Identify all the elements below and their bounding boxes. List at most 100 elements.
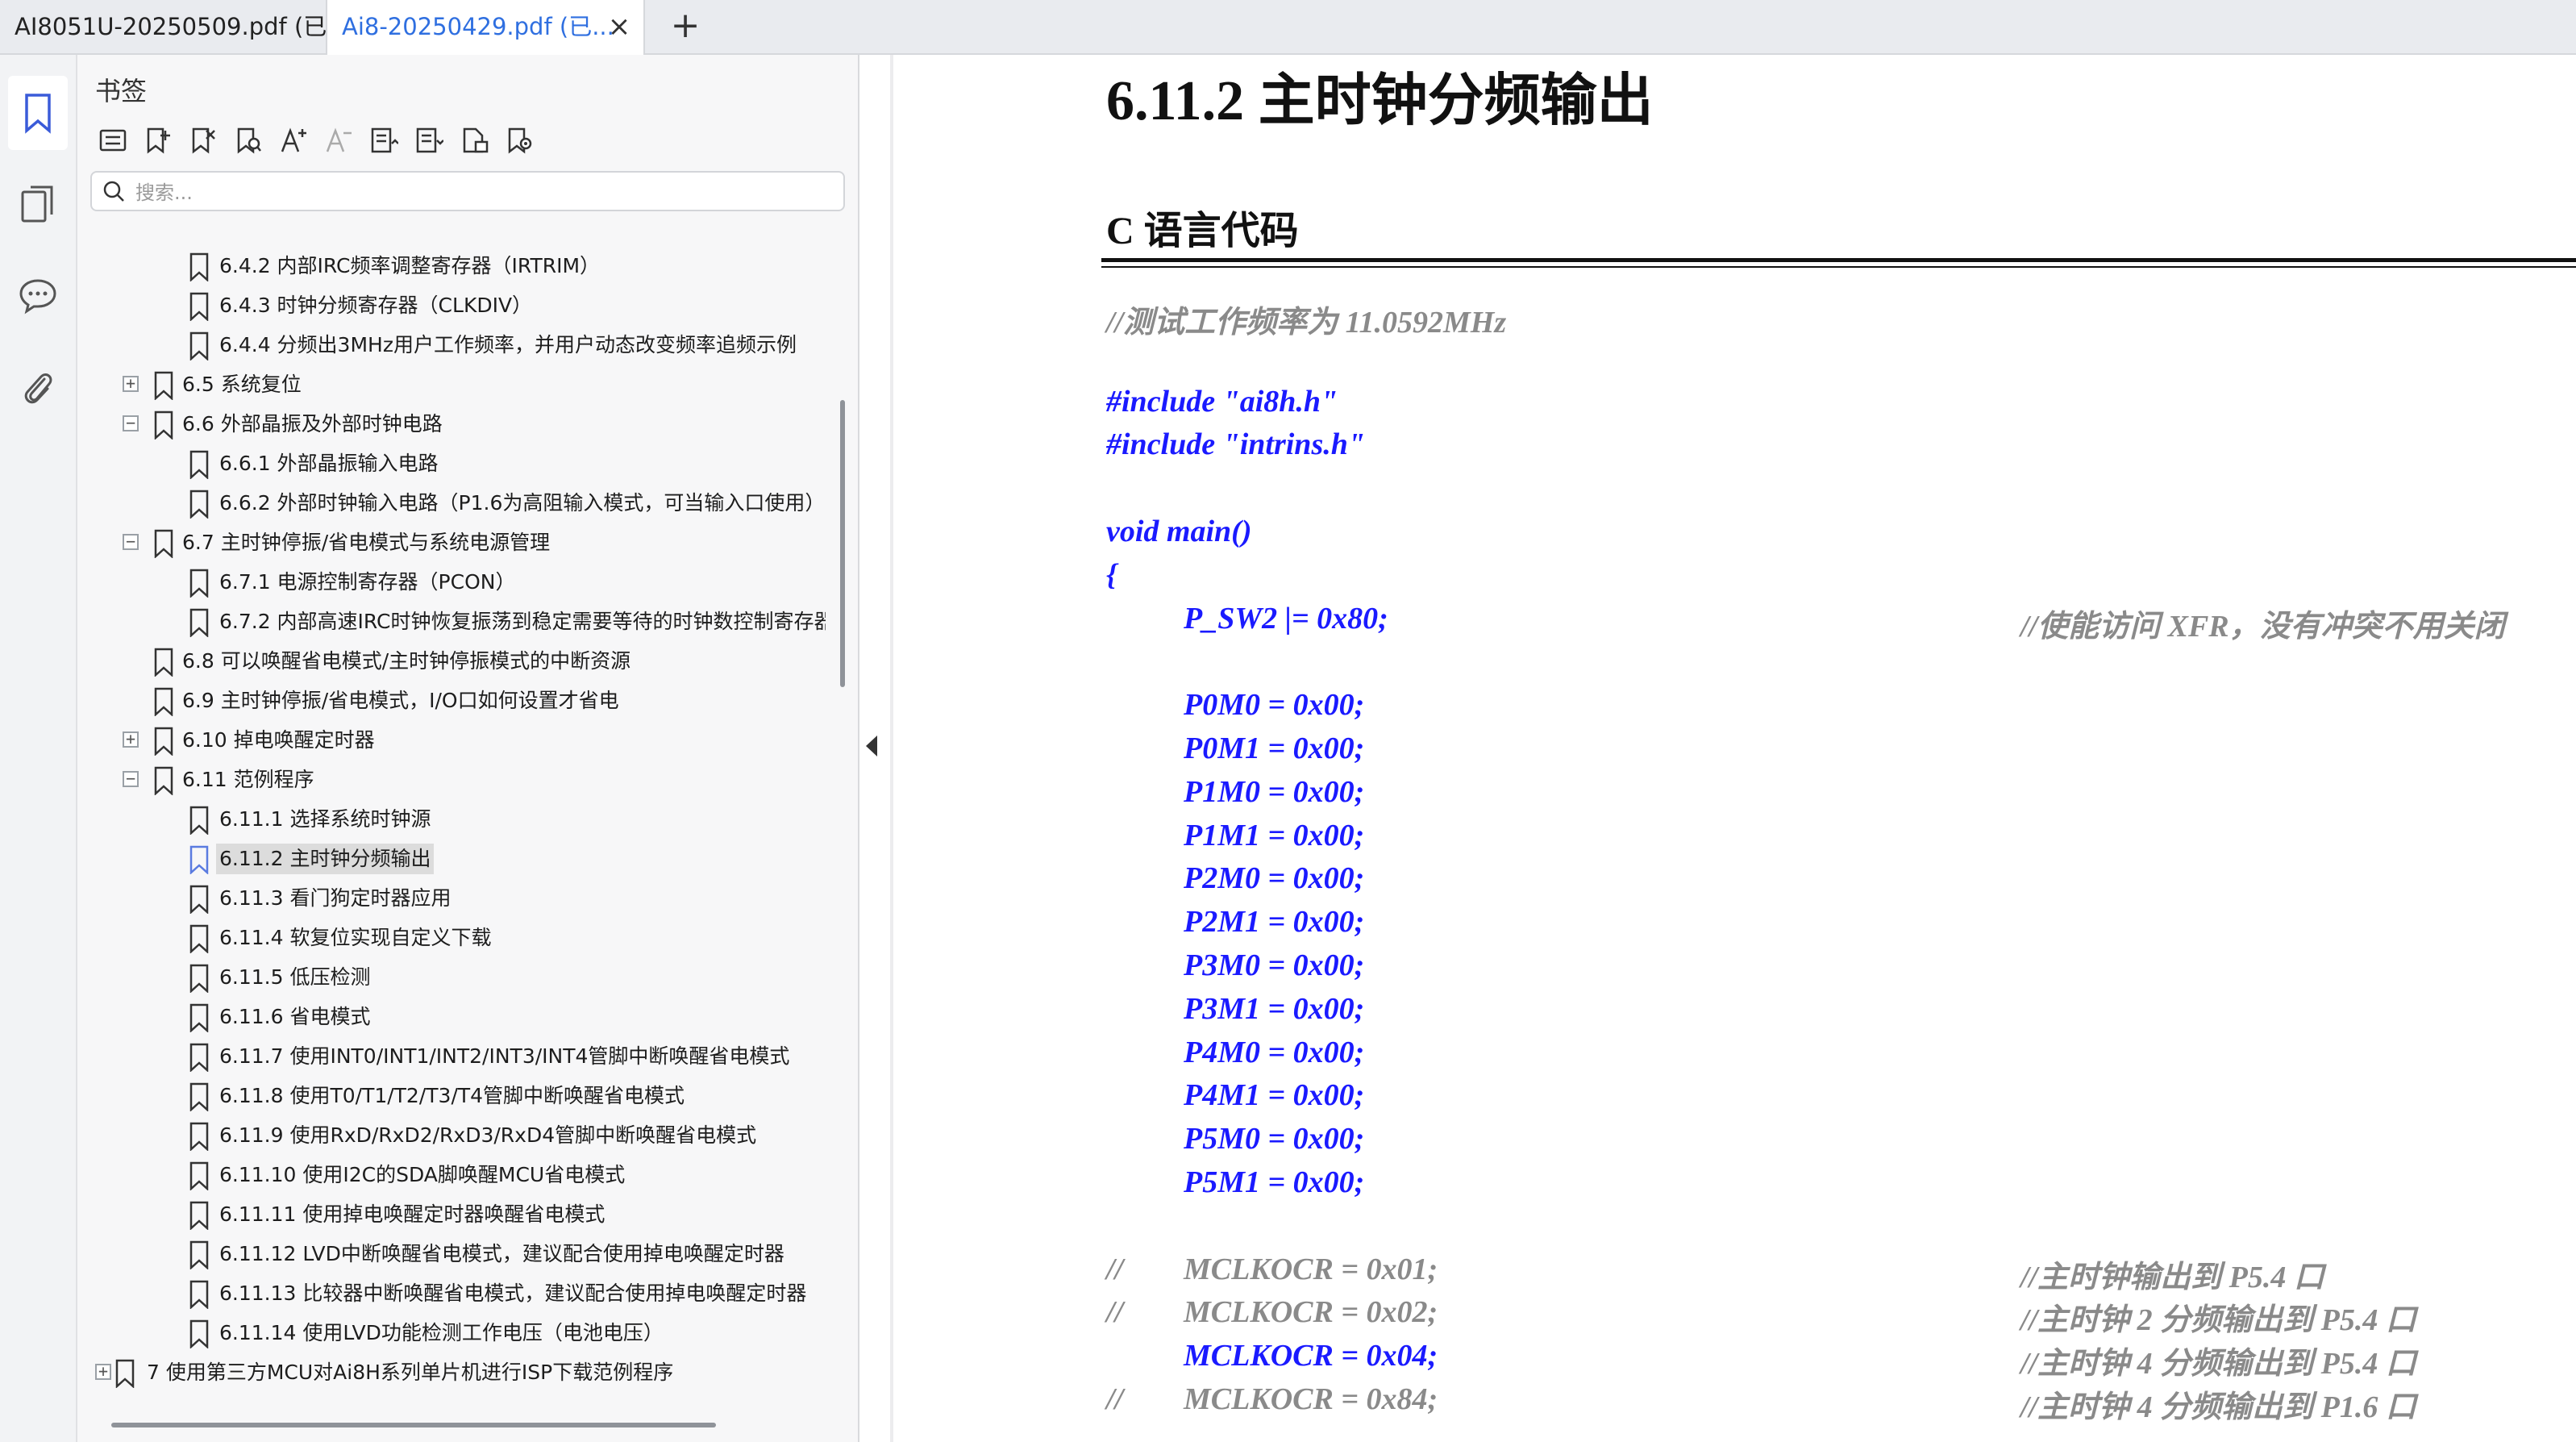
- expand-icon[interactable]: +: [123, 731, 139, 748]
- bookmark-item[interactable]: 6.11.14 使用LVD功能检测工作电压（电池电压）: [77, 1315, 826, 1352]
- bookmark-item[interactable]: 6.8 可以唤醒省电模式/主时钟停振模式的中断资源: [77, 644, 826, 681]
- code-line: P0M0 = 0x00;: [1184, 688, 1365, 723]
- bookmark-settings-icon[interactable]: [500, 121, 539, 160]
- code-line: #include "ai8h.h": [1106, 384, 1338, 419]
- collapse-all-icon[interactable]: [410, 121, 448, 160]
- bookmark-item-icon: [189, 1043, 209, 1072]
- pages-icon[interactable]: [8, 168, 68, 242]
- code-line: MCLKOCR = 0x04;: [1184, 1339, 1438, 1373]
- bookmark-item-label: 6.11.5 低压检测: [219, 965, 371, 989]
- bookmark-item[interactable]: 6.6.2 外部时钟输入电路（P1.6为高阻输入模式，可当输入口使用）: [77, 486, 826, 523]
- bookmark-item[interactable]: − 6.11 范例程序: [77, 762, 826, 799]
- code-comment: //使能访问 XFR，没有冲突不用关闭: [2020, 609, 2505, 644]
- bookmark-item-icon: [189, 1280, 209, 1309]
- collapse-icon[interactable]: −: [123, 770, 139, 787]
- code-line: //测试工作频率为 11.0592MHz: [1106, 306, 1507, 340]
- attachment-icon[interactable]: [8, 352, 68, 426]
- bookmark-item-label: 6.11.11 使用掉电唤醒定时器唤醒省电模式: [219, 1202, 606, 1226]
- bookmark-item-label: 6.11.7 使用INT0/INT1/INT2/INT3/INT4管脚中断唤醒省…: [219, 1044, 790, 1068]
- bookmark-item[interactable]: 6.11.8 使用T0/T1/T2/T3/T4管脚中断唤醒省电模式: [77, 1078, 826, 1115]
- panel-title: 书签: [95, 76, 148, 106]
- search-input[interactable]: [134, 177, 830, 208]
- bookmark-item[interactable]: 6.11.9 使用RxD/RxD2/RxD3/RxD4管脚中断唤醒省电模式: [77, 1118, 826, 1155]
- bookmark-item-label: 6.11.1 选择系统时钟源: [219, 807, 431, 831]
- bookmark-item-icon: [115, 1359, 135, 1388]
- collapse-icon[interactable]: −: [123, 415, 139, 431]
- code-comment: //主时钟 2 分频输出到 P5.4 口: [2020, 1303, 2416, 1338]
- bookmark-item-label: 6.11.12 LVD中断唤醒省电模式，建议配合使用掉电唤醒定时器: [219, 1242, 784, 1265]
- bookmark-item-label: 6.4.2 内部IRC频率调整寄存器（IRTRIM）: [219, 254, 601, 277]
- bookmark-item[interactable]: 6.11.5 低压检测: [77, 960, 826, 997]
- bookmark-item[interactable]: 6.7.2 内部高速IRC时钟恢复振荡到稳定需要等待的时钟数控制寄存器: [77, 604, 826, 641]
- bookmark-item[interactable]: +6.10 掉电唤醒定时器: [77, 723, 826, 760]
- decrease-font-icon[interactable]: [319, 121, 358, 160]
- find-bookmark-icon[interactable]: [229, 121, 268, 160]
- export-icon[interactable]: [455, 121, 493, 160]
- heading-rule: [1101, 258, 2576, 262]
- tab-ai8051u-pdf[interactable]: AI8051U-20250509.pdf (已...: [0, 0, 326, 53]
- bookmark-vertical-scrollbar[interactable]: [840, 400, 845, 687]
- bookmark-item-icon: [189, 845, 209, 874]
- bookmark-item[interactable]: 6.4.4 分频出3MHz用户工作频率，并用户动态改变频率追频示例: [77, 327, 826, 365]
- code-comment: //主时钟 4 分频输出到 P5.4 口: [2020, 1347, 2416, 1382]
- expand-icon[interactable]: +: [95, 1363, 111, 1380]
- bookmark-item-label: 6.11.2 主时钟分频输出: [216, 844, 435, 874]
- close-tab-icon[interactable]: ×: [605, 0, 634, 53]
- bookmark-item[interactable]: 6.11.4 软复位实现自定义下载: [77, 920, 826, 957]
- bookmark-item-label: 6.6.2 外部时钟输入电路（P1.6为高阻输入模式，可当输入口使用）: [219, 491, 826, 515]
- bookmark-item[interactable]: 6.11.2 主时钟分频输出: [77, 841, 826, 878]
- bookmark-item[interactable]: 6.11.10 使用I2C的SDA脚唤醒MCU省电模式: [77, 1157, 826, 1194]
- bookmark-item[interactable]: 6.4.3 时钟分频寄存器（CLKDIV）: [77, 288, 826, 325]
- bookmark-item-label: 6.11.3 看门狗定时器应用: [219, 886, 452, 910]
- bookmark-item-label: 6.11.10 使用I2C的SDA脚唤醒MCU省电模式: [219, 1163, 626, 1186]
- bookmark-item[interactable]: 6.11.7 使用INT0/INT1/INT2/INT3/INT4管脚中断唤醒省…: [77, 1039, 826, 1076]
- bookmark-item[interactable]: 6.11.3 看门狗定时器应用: [77, 881, 826, 918]
- bookmark-item-icon: [189, 569, 209, 598]
- bookmark-item[interactable]: 6.11.13 比较器中断唤醒省电模式，建议配合使用掉电唤醒定时器: [77, 1276, 826, 1313]
- bookmark-item-icon: [189, 450, 209, 479]
- bookmark-item-icon: [189, 924, 209, 953]
- increase-font-icon[interactable]: [274, 121, 313, 160]
- bookmark-item-label: 6.9 主时钟停振/省电模式，I/O口如何设置才省电: [182, 689, 619, 712]
- bookmark-item[interactable]: 6.11.11 使用掉电唤醒定时器唤醒省电模式: [77, 1197, 826, 1234]
- new-tab-button[interactable]: +: [668, 0, 703, 53]
- list-view-icon[interactable]: [94, 121, 132, 160]
- bookmark-item[interactable]: 6.4.2 内部IRC频率调整寄存器（IRTRIM）: [77, 248, 826, 285]
- collapse-icon[interactable]: −: [123, 533, 139, 550]
- comments-icon[interactable]: [8, 258, 68, 332]
- bookmark-item[interactable]: 6.9 主时钟停振/省电模式，I/O口如何设置才省电: [77, 683, 826, 720]
- bookmark-item-icon: [154, 727, 173, 756]
- bookmark-item-icon: [154, 411, 173, 440]
- code-line: P2M0 = 0x00;: [1184, 861, 1365, 896]
- bookmark-item[interactable]: 6.6.1 外部晶振输入电路: [77, 446, 826, 483]
- delete-bookmark-icon[interactable]: [184, 121, 223, 160]
- bookmark-item[interactable]: 6.11.6 省电模式: [77, 999, 826, 1036]
- bookmark-item[interactable]: +6.5 系统复位: [77, 367, 826, 404]
- bookmark-horizontal-scrollbar[interactable]: [111, 1423, 716, 1427]
- code-line: P5M0 = 0x00;: [1184, 1122, 1365, 1157]
- code-comment: //主时钟输出到 P5.4 口: [2020, 1260, 2324, 1294]
- bookmark-icon[interactable]: [8, 76, 68, 150]
- bookmark-item-label: 6.5 系统复位: [182, 373, 302, 396]
- bookmark-item[interactable]: 6.11.1 选择系统时钟源: [77, 802, 826, 839]
- expand-icon[interactable]: +: [123, 375, 139, 392]
- bookmark-item[interactable]: − 6.7 主时钟停振/省电模式与系统电源管理: [77, 525, 826, 562]
- bookmark-item[interactable]: − 6.6 外部晶振及外部时钟电路: [77, 406, 826, 444]
- code-line: P4M0 = 0x00;: [1184, 1035, 1365, 1069]
- tab-ai8-pdf[interactable]: Ai8-20250429.pdf (已... ×: [326, 0, 645, 55]
- expand-all-icon[interactable]: [364, 121, 403, 160]
- bookmark-item-label: 6.11.4 软复位实现自定义下载: [219, 926, 492, 949]
- add-bookmark-icon[interactable]: [139, 121, 177, 160]
- bookmark-item-label: 6.11.8 使用T0/T1/T2/T3/T4管脚中断唤醒省电模式: [219, 1084, 685, 1107]
- bookmark-item[interactable]: 6.11.12 LVD中断唤醒省电模式，建议配合使用掉电唤醒定时器: [77, 1236, 826, 1273]
- bookmark-item-label: 6.11 范例程序: [182, 768, 314, 791]
- collapse-panel-icon[interactable]: [866, 736, 877, 756]
- bookmark-item-icon: [189, 1082, 209, 1111]
- bookmark-item[interactable]: +7 使用第三方MCU对Ai8H系列单片机进行ISP下载范例程序: [77, 1355, 826, 1392]
- bookmark-search[interactable]: [90, 171, 845, 211]
- code-line: P5M1 = 0x00;: [1184, 1165, 1365, 1199]
- bookmark-item-icon: [189, 1319, 209, 1348]
- bookmark-item[interactable]: 6.7.1 电源控制寄存器（PCON）: [77, 565, 826, 602]
- code-line: P_SW2 |= 0x80;: [1184, 601, 1388, 636]
- bookmark-item-label: 6.4.4 分频出3MHz用户工作频率，并用户动态改变频率追频示例: [219, 333, 797, 356]
